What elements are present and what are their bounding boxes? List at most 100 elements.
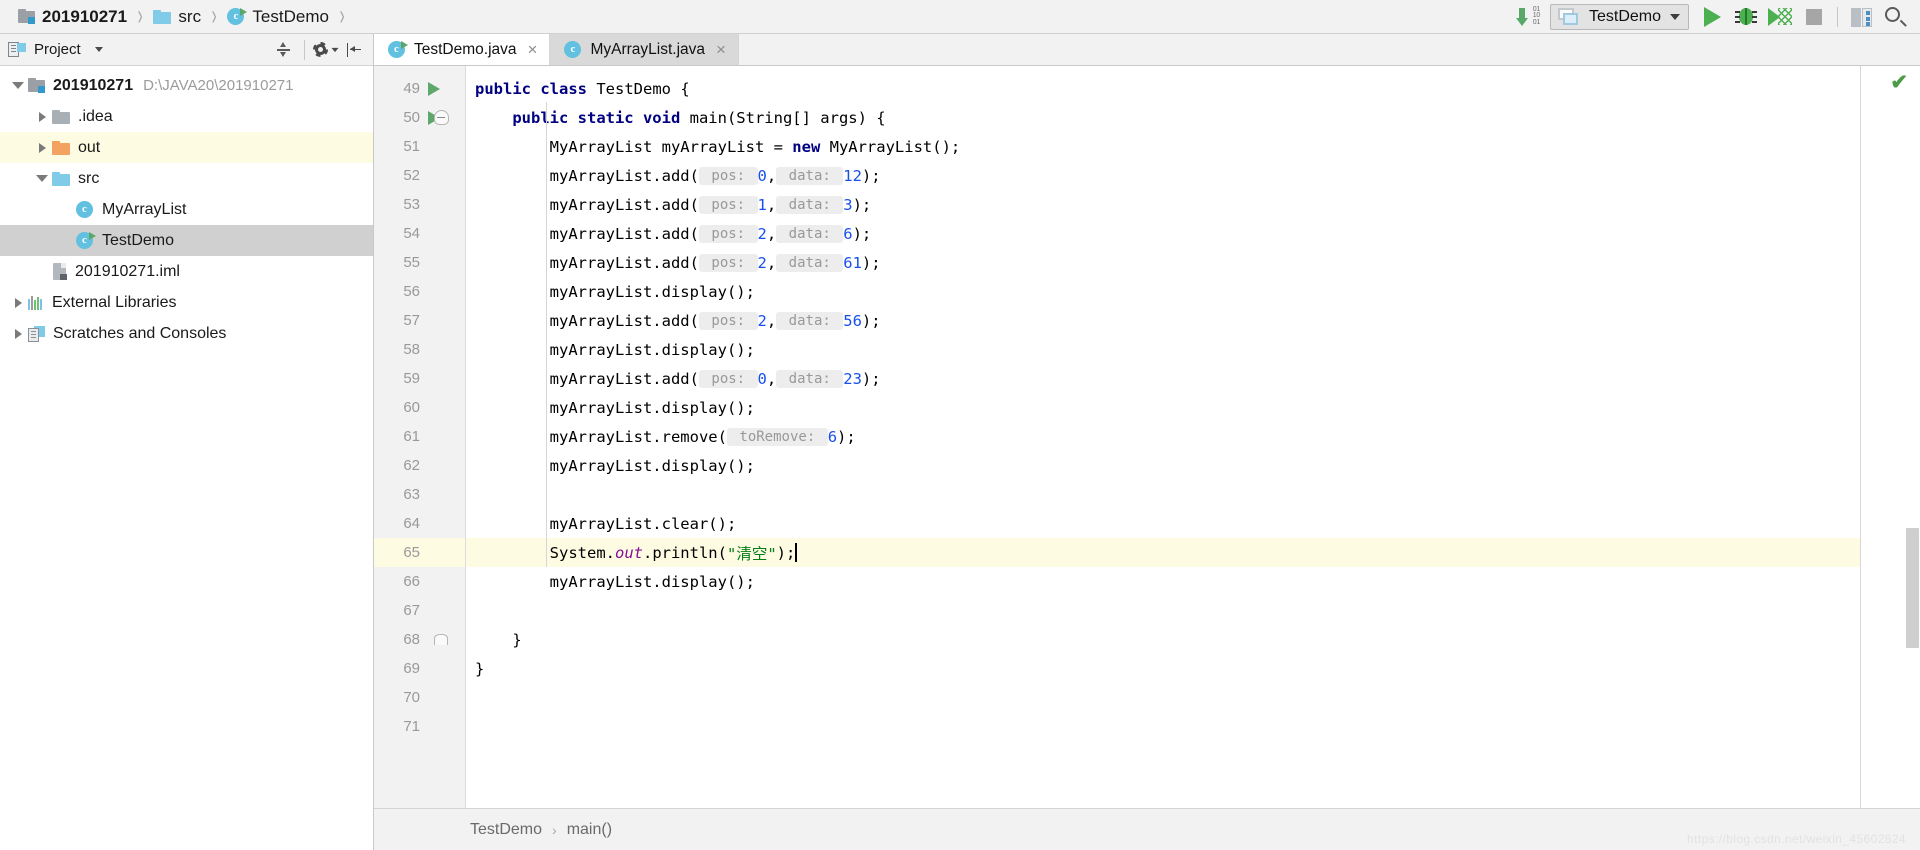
chevron-down-icon[interactable]: [36, 175, 48, 182]
expand-all-button[interactable]: [270, 38, 296, 62]
coverage-icon: [1768, 7, 1792, 27]
gutter-line-59[interactable]: 59: [374, 364, 465, 393]
gutter-line-71[interactable]: 71: [374, 712, 465, 741]
run-button[interactable]: [1695, 2, 1729, 32]
editor-gutter[interactable]: 49 50 51 52 53 54 55 56 57 58 59 60 61 62 63 64 65 66 67 68…: [374, 66, 466, 808]
code-line-63[interactable]: [466, 480, 1860, 509]
tree-item-testdemo[interactable]: c TestDemo: [0, 225, 373, 256]
run-gutter-icon[interactable]: [428, 81, 440, 96]
code-line-52[interactable]: myArrayList.add( pos: 0, data: 12);: [466, 161, 1860, 190]
fold-end-icon[interactable]: [434, 632, 449, 647]
gutter-line-53[interactable]: 53: [374, 190, 465, 219]
gutter-line-49[interactable]: 49: [374, 74, 465, 103]
breadcrumb-item-class[interactable]: c TestDemo: [223, 4, 333, 30]
code-editor[interactable]: public class TestDemo { public static vo…: [466, 66, 1860, 808]
editor-tab-myarraylist-java[interactable]: c MyArrayList.java ×: [550, 34, 739, 65]
hide-tool-window-button[interactable]: [341, 38, 367, 62]
project-settings-button[interactable]: [312, 38, 339, 62]
close-icon[interactable]: ×: [716, 41, 726, 58]
tree-item-out[interactable]: out: [0, 132, 373, 163]
gutter-line-51[interactable]: 51: [374, 132, 465, 161]
code-token: 6: [843, 224, 853, 243]
code-line-61[interactable]: myArrayList.remove( toRemove: 6);: [466, 422, 1860, 451]
chevron-down-icon[interactable]: [12, 82, 24, 89]
gutter-line-63[interactable]: 63: [374, 480, 465, 509]
gutter-line-65[interactable]: 65: [374, 538, 465, 567]
download-sources-button[interactable]: 01 10 01: [1512, 2, 1546, 32]
tab-file-icon-wrap: c: [388, 40, 408, 59]
project-title-group[interactable]: Project: [8, 41, 103, 58]
tree-item-src[interactable]: src: [0, 163, 373, 194]
editor-scrollbar-thumb[interactable]: [1906, 528, 1919, 648]
code-line-66[interactable]: myArrayList.display();: [466, 567, 1860, 596]
code-line-70[interactable]: [466, 683, 1860, 712]
tree-item-external-libraries[interactable]: External Libraries: [0, 287, 373, 318]
gutter-line-64[interactable]: 64: [374, 509, 465, 538]
chevron-right-icon[interactable]: [14, 297, 22, 308]
breadcrumb-method[interactable]: main(): [567, 821, 612, 839]
code-token: );: [861, 369, 881, 388]
gutter-line-62[interactable]: 62: [374, 451, 465, 480]
code-line-58[interactable]: myArrayList.display();: [466, 335, 1860, 364]
gutter-line-55[interactable]: 55: [374, 248, 465, 277]
tree-item-201910271[interactable]: 201910271 D:\JAVA20\201910271: [0, 70, 373, 101]
inspection-status-icon[interactable]: ✔: [1890, 72, 1908, 93]
code-line-53[interactable]: myArrayList.add( pos: 1, data: 3);: [466, 190, 1860, 219]
code-line-71[interactable]: [466, 712, 1860, 741]
tree-item-myarraylist[interactable]: c MyArrayList: [0, 194, 373, 225]
code-line-67[interactable]: [466, 596, 1860, 625]
code-line-49[interactable]: public class TestDemo {: [466, 74, 1860, 103]
gutter-line-70[interactable]: 70: [374, 683, 465, 712]
search-everywhere-button[interactable]: [1878, 2, 1912, 32]
gutter-line-56[interactable]: 56: [374, 277, 465, 306]
gutter-line-50[interactable]: 50: [374, 103, 465, 132]
code-line-50[interactable]: public static void main(String[] args) {: [466, 103, 1860, 132]
close-icon[interactable]: ×: [528, 41, 538, 58]
line-number: 70: [403, 689, 420, 706]
run-configuration-selector[interactable]: TestDemo: [1549, 4, 1689, 30]
gutter-line-69[interactable]: 69: [374, 654, 465, 683]
structure-button[interactable]: [1844, 2, 1878, 32]
line-number: 62: [403, 457, 420, 474]
code-line-54[interactable]: myArrayList.add( pos: 2, data: 6);: [466, 219, 1860, 248]
breadcrumb-item-project[interactable]: 201910271: [14, 4, 131, 30]
chevron-right-icon[interactable]: [14, 328, 22, 339]
gutter-line-67[interactable]: 67: [374, 596, 465, 625]
code-line-69[interactable]: }: [466, 654, 1860, 683]
gutter-line-61[interactable]: 61: [374, 422, 465, 451]
tree-item-idea[interactable]: .idea: [0, 101, 373, 132]
gutter-line-52[interactable]: 52: [374, 161, 465, 190]
gutter-line-66[interactable]: 66: [374, 567, 465, 596]
code-line-65[interactable]: System. out .println("清空");: [466, 538, 1860, 567]
code-line-62[interactable]: myArrayList.display();: [466, 451, 1860, 480]
code-line-56[interactable]: myArrayList.display();: [466, 277, 1860, 306]
project-tree[interactable]: 201910271 D:\JAVA20\201910271 .idea out src c…: [0, 66, 373, 850]
code-line-59[interactable]: myArrayList.add( pos: 0, data: 23);: [466, 364, 1860, 393]
breadcrumb-item-src[interactable]: src: [149, 4, 205, 30]
code-line-68[interactable]: }: [466, 625, 1860, 654]
fold-collapse-icon[interactable]: [434, 110, 449, 125]
tree-item-201910271-iml[interactable]: 201910271.iml: [0, 256, 373, 287]
project-sidebar: Project 201910271 D:\JAVA20\201910271 .i…: [0, 34, 374, 850]
gutter-line-58[interactable]: 58: [374, 335, 465, 364]
line-number: 54: [403, 225, 420, 242]
editor-tab-testdemo-java[interactable]: c TestDemo.java ×: [374, 34, 551, 65]
chevron-right-icon[interactable]: [38, 142, 46, 153]
code-line-64[interactable]: myArrayList.clear();: [466, 509, 1860, 538]
breadcrumb-separator-icon: ›: [211, 0, 217, 32]
run-with-coverage-button[interactable]: [1763, 2, 1797, 32]
code-line-57[interactable]: myArrayList.add( pos: 2, data: 56);: [466, 306, 1860, 335]
debug-button[interactable]: [1729, 2, 1763, 32]
stop-button[interactable]: [1797, 2, 1831, 32]
code-line-60[interactable]: myArrayList.display();: [466, 393, 1860, 422]
code-line-51[interactable]: MyArrayList myArrayList = new MyArrayLis…: [466, 132, 1860, 161]
gutter-line-54[interactable]: 54: [374, 219, 465, 248]
gutter-line-68[interactable]: 68: [374, 625, 465, 654]
tree-item-scratches-and-consoles[interactable]: Scratches and Consoles: [0, 318, 373, 349]
code-line-55[interactable]: myArrayList.add( pos: 2, data: 61);: [466, 248, 1860, 277]
chevron-right-icon[interactable]: [38, 111, 46, 122]
breadcrumb-class[interactable]: TestDemo: [470, 821, 542, 839]
gutter-line-60[interactable]: 60: [374, 393, 465, 422]
gutter-line-57[interactable]: 57: [374, 306, 465, 335]
code-token: 3: [843, 195, 853, 214]
